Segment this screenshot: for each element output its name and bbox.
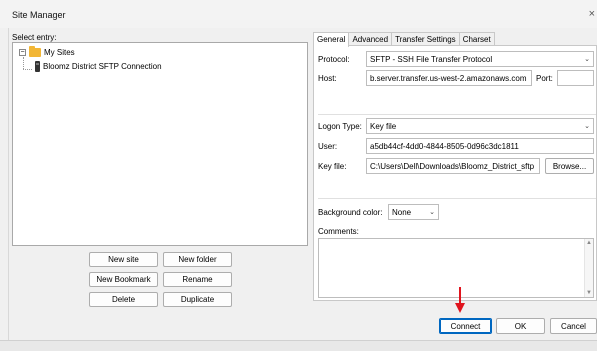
settings-tabs: General Advanced Transfer Settings Chars… xyxy=(313,32,495,47)
chevron-down-icon: ⌄ xyxy=(429,209,435,216)
tab-advanced[interactable]: Advanced xyxy=(348,32,393,46)
tab-transfer-settings[interactable]: Transfer Settings xyxy=(391,32,460,46)
browse-button[interactable]: Browse... xyxy=(545,158,594,174)
comments-scrollbar[interactable]: ▲ ▼ xyxy=(584,239,593,297)
connect-button[interactable]: Connect xyxy=(439,318,492,334)
tree-item-label: My Sites xyxy=(44,48,75,57)
ok-button[interactable]: OK xyxy=(496,318,545,334)
comments-label: Comments: xyxy=(318,227,359,236)
tree-item-site[interactable]: Bloomz District SFTP Connection xyxy=(35,61,162,72)
chevron-down-icon: ⌄ xyxy=(584,123,590,130)
scroll-up-icon[interactable]: ▲ xyxy=(586,240,592,246)
folder-icon xyxy=(29,46,41,57)
key-file-label: Key file: xyxy=(318,162,347,171)
title-bar xyxy=(0,0,597,28)
user-input[interactable]: a5db44cf-4dd0-4844-8505-0d96c3dc1811 xyxy=(366,138,594,154)
chevron-down-icon: ⌄ xyxy=(584,56,590,63)
close-icon[interactable]: × xyxy=(589,8,595,20)
port-input[interactable] xyxy=(557,70,594,86)
protocol-value: SFTP - SSH File Transfer Protocol xyxy=(370,54,493,64)
protocol-select[interactable]: SFTP - SSH File Transfer Protocol ⌄ xyxy=(366,51,594,67)
logon-type-label: Logon Type: xyxy=(318,122,362,131)
host-input[interactable]: b.server.transfer.us-west-2.amazonaws.co… xyxy=(366,70,532,86)
key-file-input[interactable]: C:\Users\Dell\Downloads\Bloomz_District_… xyxy=(366,158,540,174)
tree-item-label: Bloomz District SFTP Connection xyxy=(43,62,162,71)
new-site-button[interactable]: New site xyxy=(89,252,158,267)
tab-charset[interactable]: Charset xyxy=(458,32,495,46)
scroll-down-icon[interactable]: ▼ xyxy=(586,290,592,296)
protocol-label: Protocol: xyxy=(318,55,350,64)
host-label: Host: xyxy=(318,74,337,83)
window-title: Site Manager xyxy=(12,10,66,20)
logon-type-value: Key file xyxy=(370,121,397,131)
port-label: Port: xyxy=(536,74,553,83)
select-entry-label: Select entry: xyxy=(12,33,57,42)
red-arrow-icon xyxy=(455,287,465,313)
background-color-value: None xyxy=(392,207,412,217)
collapse-icon[interactable]: − xyxy=(19,49,26,56)
tree-item-my-sites[interactable]: − My Sites xyxy=(19,46,75,57)
logon-type-select[interactable]: Key file ⌄ xyxy=(366,118,594,134)
user-label: User: xyxy=(318,142,338,151)
server-icon xyxy=(35,61,40,72)
duplicate-button[interactable]: Duplicate xyxy=(163,292,232,307)
rename-button[interactable]: Rename xyxy=(163,272,232,287)
new-folder-button[interactable]: New folder xyxy=(163,252,232,267)
delete-button[interactable]: Delete xyxy=(89,292,158,307)
background-window-strip xyxy=(0,340,597,351)
cancel-button[interactable]: Cancel xyxy=(550,318,597,334)
divider xyxy=(318,198,596,199)
tree-connector xyxy=(23,57,24,69)
tree-connector xyxy=(23,69,32,70)
new-bookmark-button[interactable]: New Bookmark xyxy=(89,272,158,287)
divider xyxy=(318,114,596,115)
background-color-label: Background color: xyxy=(318,208,383,217)
background-color-select[interactable]: None ⌄ xyxy=(388,204,439,220)
window-left-edge xyxy=(0,28,9,340)
site-tree[interactable]: − My Sites Bloomz District SFTP Connecti… xyxy=(12,42,308,246)
tab-general[interactable]: General xyxy=(313,32,350,47)
